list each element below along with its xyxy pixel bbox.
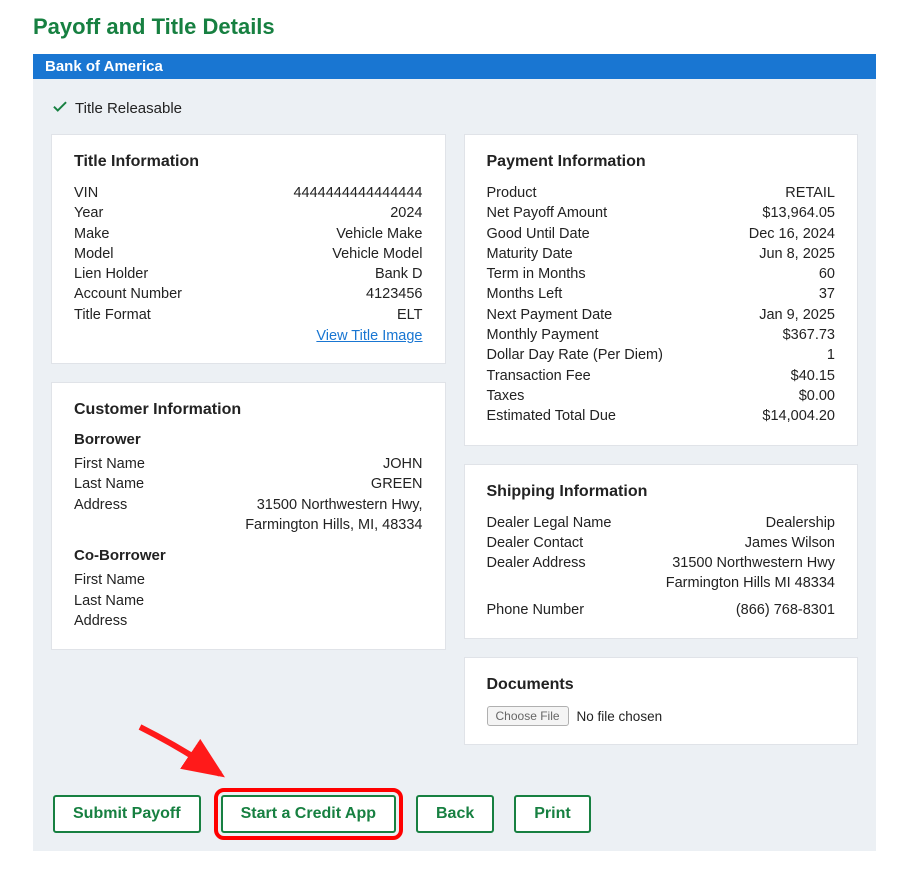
monthlypayment-value: $367.73 [783,325,835,345]
account-value: 4123456 [366,284,422,304]
title-information-card: Title Information VIN 4444444444444444 Ye… [51,134,446,364]
bank-header: Bank of America [33,54,876,79]
shipping-information-card: Shipping Information Dealer Legal NameDe… [464,464,859,639]
transactionfee-label: Transaction Fee [487,366,591,386]
right-column: Payment Information Product RETAIL Net Pa… [464,134,859,745]
coborrower-firstname-label: First Name [74,570,145,590]
status-row: Title Releasable [51,97,858,120]
borrower-heading: Borrower [74,431,423,448]
dealeraddress-label: Dealer Address [487,553,586,573]
vin-value: 4444444444444444 [293,183,422,203]
gooduntil-value: Dec 16, 2024 [749,224,835,244]
payment-information-card: Payment Information Product RETAIL Net Pa… [464,134,859,446]
borrower-firstname-value: JOHN [383,454,422,474]
customer-info-heading: Customer Information [74,401,423,419]
title-info-heading: Title Information [74,153,423,171]
netpayoff-value: $13,964.05 [762,203,835,223]
netpayoff-label: Net Payoff Amount [487,203,608,223]
view-title-image-link[interactable]: View Title Image [316,328,422,344]
product-value: RETAIL [785,183,835,203]
payment-info-heading: Payment Information [487,153,836,171]
model-value: Vehicle Model [332,244,422,264]
documents-card: Documents Choose File No file chosen [464,657,859,745]
dealeraddress-value: 31500 Northwestern Hwy Farmington Hills … [626,553,835,594]
taxes-value: $0.00 [799,386,835,406]
borrower-firstname-label: First Name [74,454,145,474]
submit-payoff-button[interactable]: Submit Payoff [53,795,201,833]
coborrower-lastname-label: Last Name [74,591,144,611]
lienholder-value: Bank D [375,264,423,284]
check-icon [51,97,69,120]
coborrower-address-label: Address [74,611,127,631]
maturity-label: Maturity Date [487,244,573,264]
monthlypayment-label: Monthly Payment [487,325,599,345]
print-button[interactable]: Print [514,795,590,833]
nextpayment-value: Jan 9, 2025 [759,305,835,325]
term-value: 60 [819,264,835,284]
dealername-value: Dealership [766,513,835,533]
year-label: Year [74,203,103,223]
left-column: Title Information VIN 4444444444444444 Ye… [51,134,446,745]
gooduntil-label: Good Until Date [487,224,590,244]
monthsleft-value: 37 [819,284,835,304]
phone-label: Phone Number [487,600,585,620]
start-credit-app-button[interactable]: Start a Credit App [221,795,396,833]
shipping-info-heading: Shipping Information [487,483,836,501]
page-title: Payoff and Title Details [33,14,876,40]
status-text: Title Releasable [75,100,182,117]
term-label: Term in Months [487,264,586,284]
choose-file-button[interactable]: Choose File [487,706,569,726]
vin-label: VIN [74,183,98,203]
coborrower-heading: Co-Borrower [74,547,423,564]
format-value: ELT [397,305,423,325]
borrower-lastname-label: Last Name [74,474,144,494]
documents-heading: Documents [487,676,836,694]
borrower-address-label: Address [74,495,127,515]
maturity-value: Jun 8, 2025 [759,244,835,264]
button-bar: Submit Payoff Start a Credit App Back Pr… [51,795,858,833]
year-value: 2024 [390,203,422,223]
perdiem-label: Dollar Day Rate (Per Diem) [487,345,663,365]
transactionfee-value: $40.15 [791,366,835,386]
dealercontact-value: James Wilson [745,533,835,553]
main-panel: Title Releasable Title Information VIN 44… [33,79,876,851]
borrower-address-value: 31500 Northwestern Hwy, Farmington Hills… [213,495,422,536]
phone-value: (866) 768-8301 [736,600,835,620]
perdiem-value: 1 [827,345,835,365]
totaldue-label: Estimated Total Due [487,406,617,426]
make-label: Make [74,224,109,244]
format-label: Title Format [74,305,151,325]
back-button[interactable]: Back [416,795,494,833]
nextpayment-label: Next Payment Date [487,305,613,325]
make-value: Vehicle Make [336,224,422,244]
dealercontact-label: Dealer Contact [487,533,584,553]
taxes-label: Taxes [487,386,525,406]
file-status-text: No file chosen [577,709,663,724]
totaldue-value: $14,004.20 [762,406,835,426]
borrower-lastname-value: GREEN [371,474,423,494]
customer-information-card: Customer Information Borrower First Name… [51,382,446,650]
monthsleft-label: Months Left [487,284,563,304]
product-label: Product [487,183,537,203]
account-label: Account Number [74,284,182,304]
lienholder-label: Lien Holder [74,264,148,284]
dealername-label: Dealer Legal Name [487,513,612,533]
model-label: Model [74,244,114,264]
